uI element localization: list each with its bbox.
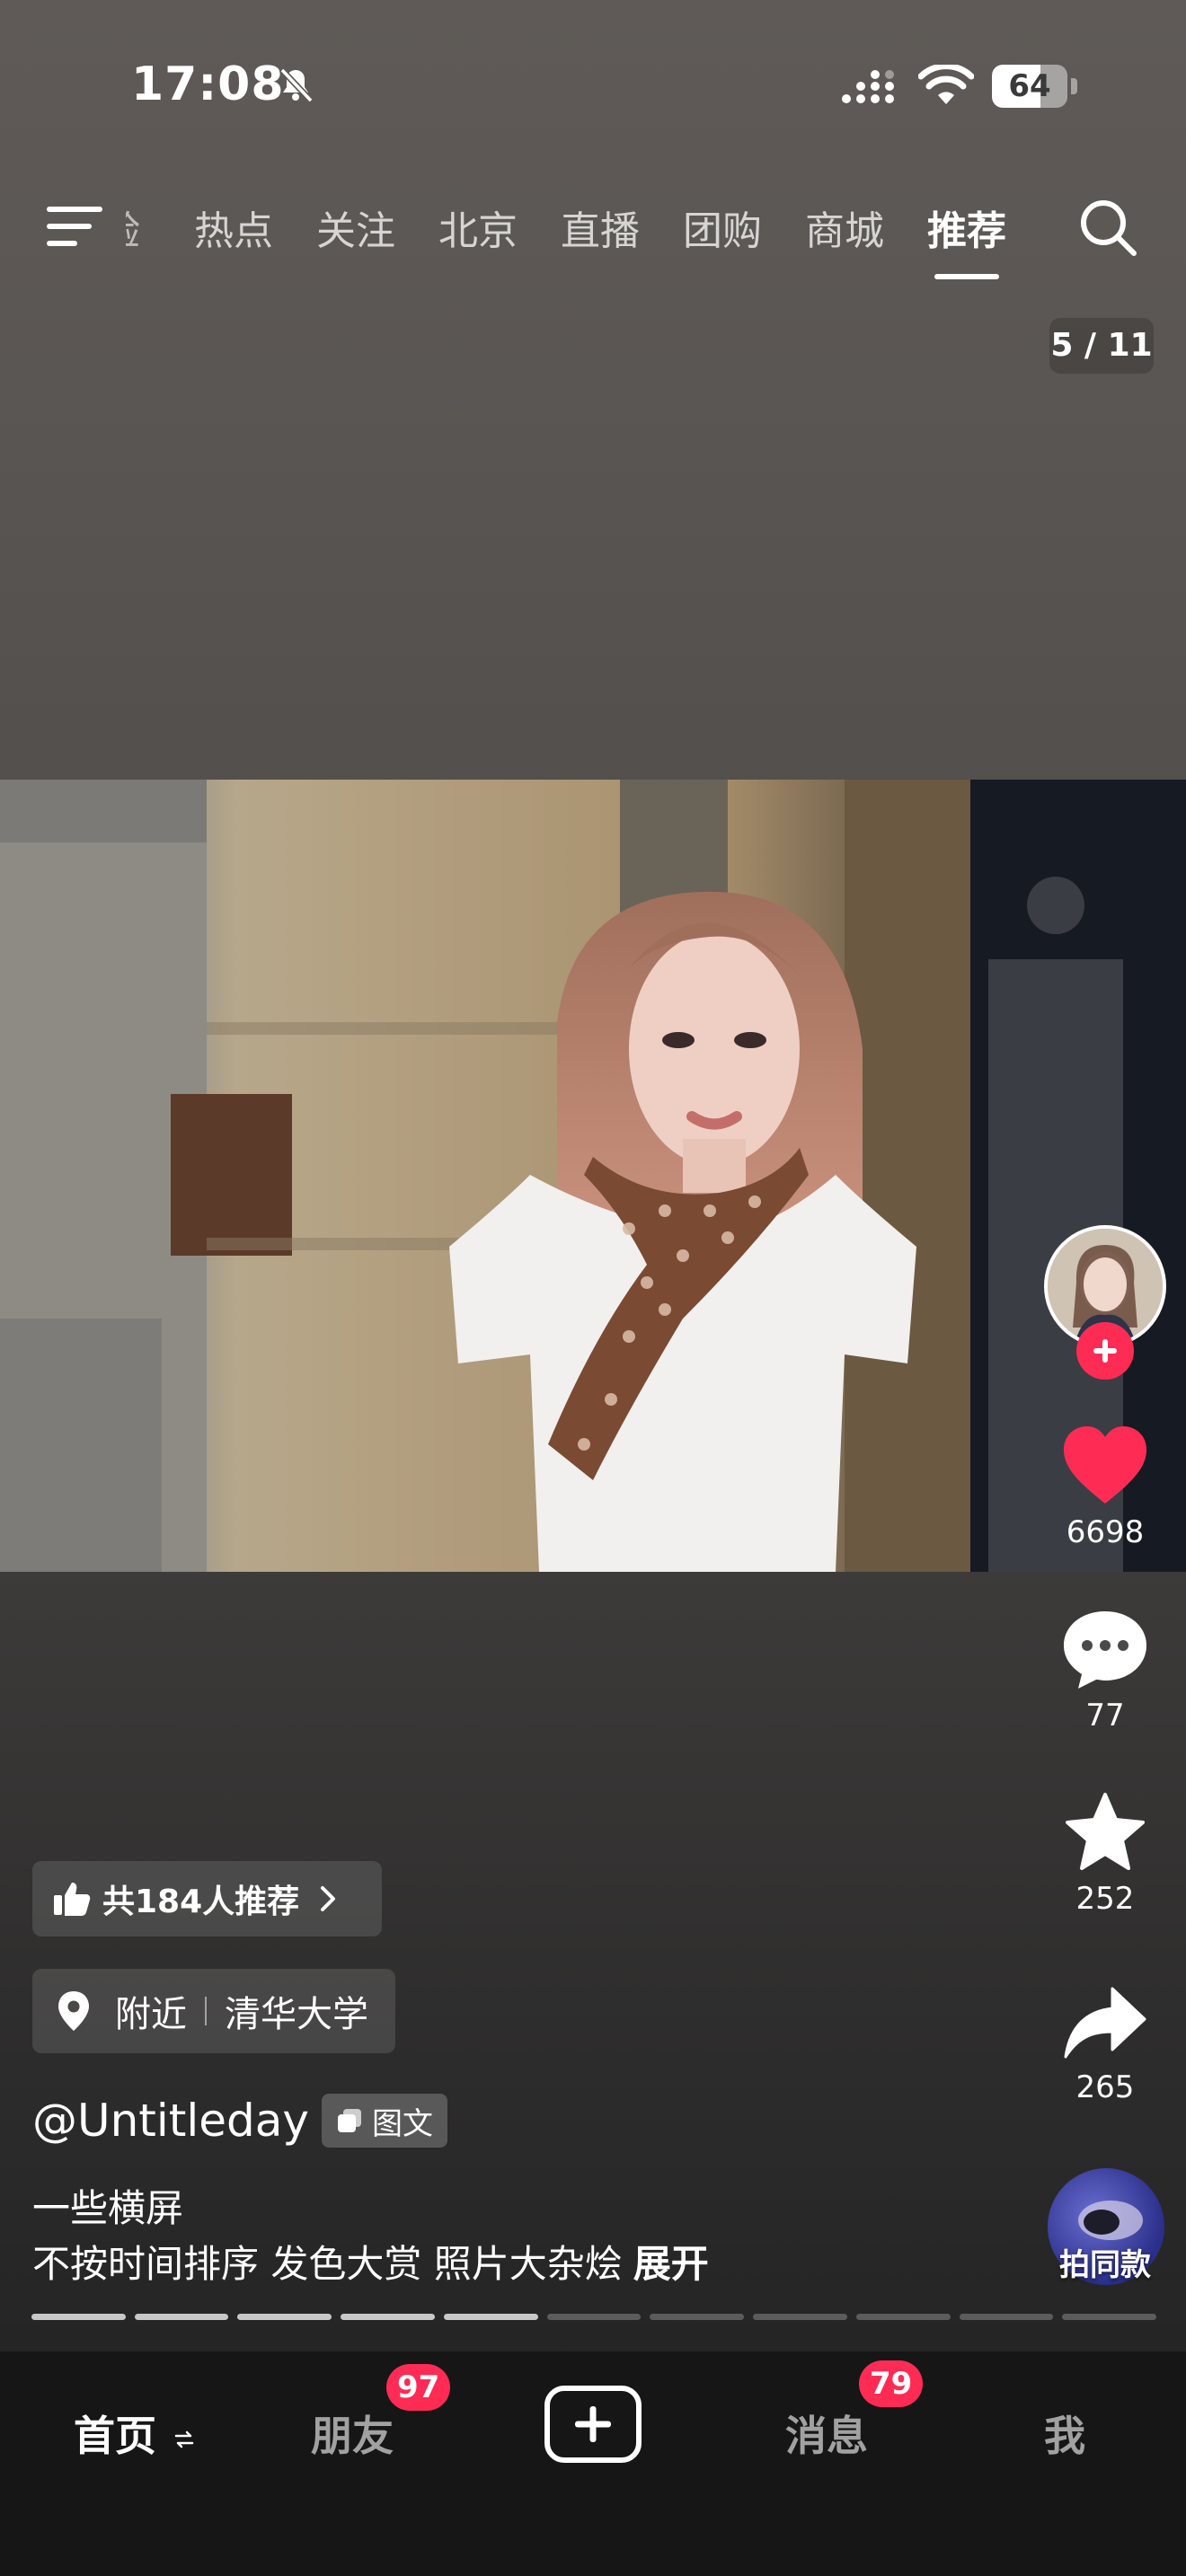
- comment-button[interactable]: 77: [1042, 1608, 1168, 1734]
- post-photo[interactable]: [0, 780, 1186, 1572]
- progress-segment: [134, 2314, 229, 2320]
- nav-messages[interactable]: 消息: [785, 2404, 868, 2463]
- location-prefix: 附近: [115, 1994, 187, 2035]
- comment-count: 77: [1085, 1698, 1125, 1734]
- author-row: @Untitleday 图文: [32, 2089, 448, 2152]
- top-nav: 验 热点 关注 北京 直播 团购 商城 推荐: [0, 180, 1186, 279]
- progress-segment: [546, 2314, 642, 2320]
- progress-segment: [959, 2314, 1054, 2320]
- nav-home[interactable]: 首页: [74, 2404, 194, 2463]
- recommend-count: 共184人推荐: [102, 1883, 300, 1920]
- progress-segment: [855, 2314, 951, 2320]
- post-caption: 一些横屏 不按时间排序 发色大赏 照片大杂烩 展开: [32, 2181, 709, 2292]
- status-time: 17:08: [131, 57, 285, 111]
- location-chip[interactable]: 附近 清华大学: [32, 1969, 395, 2053]
- nav-home-label: 首页: [74, 2412, 156, 2460]
- progress-segment: [753, 2314, 847, 2320]
- caption-line-2: 不按时间排序 发色大赏 照片大杂烩 展开: [32, 2236, 709, 2292]
- cellular-signal-icon: [842, 70, 894, 103]
- location-pin-icon: [58, 1991, 89, 2031]
- bell-muted-icon: [279, 67, 314, 103]
- progress-segment: [650, 2314, 745, 2320]
- image-progress-bar: [27, 2314, 1161, 2321]
- post-type-label: 图文: [372, 2105, 434, 2142]
- like-count: 6698: [1066, 1514, 1145, 1550]
- nav-friends[interactable]: 朋友: [311, 2404, 394, 2463]
- like-button[interactable]: 6698: [1042, 1425, 1168, 1550]
- favorite-button[interactable]: 252: [1042, 1791, 1168, 1917]
- author-name[interactable]: @Untitleday: [32, 2095, 309, 2147]
- messages-badge: 79: [859, 2360, 924, 2407]
- status-bar: 17:08 64: [0, 50, 1186, 122]
- plus-icon: [1093, 1339, 1117, 1363]
- plus-icon: [575, 2406, 611, 2442]
- recommend-count-chip[interactable]: 共184人推荐: [32, 1861, 383, 1936]
- caption-line-1: 一些横屏: [32, 2186, 184, 2230]
- follow-button[interactable]: [1076, 1322, 1134, 1380]
- tab-hot[interactable]: 热点: [194, 198, 273, 256]
- share-arrow-icon: [1064, 1987, 1146, 2059]
- location-divider: [205, 1997, 207, 2025]
- progress-segment: [341, 2314, 435, 2320]
- post-type-chip: 图文: [322, 2094, 448, 2148]
- share-button[interactable]: 265: [1042, 1985, 1168, 2105]
- heart-icon: [1064, 1426, 1146, 1504]
- friends-badge: 97: [386, 2364, 451, 2411]
- image-stack-icon: [338, 2109, 362, 2132]
- location-name: 清华大学: [225, 1994, 368, 2035]
- share-count: 265: [1075, 2069, 1135, 2105]
- comment-icon: [1064, 1611, 1146, 1689]
- refresh-arrows-icon: [174, 2430, 194, 2448]
- progress-segment: [31, 2314, 126, 2320]
- favorite-count: 252: [1075, 1881, 1135, 1917]
- progress-segment: [443, 2314, 538, 2320]
- tab-live[interactable]: 直播: [561, 198, 640, 256]
- thumbs-up-icon: [54, 1883, 91, 1916]
- same-style-label[interactable]: 拍同款: [1042, 2240, 1168, 2284]
- tab-beijing[interactable]: 北京: [438, 198, 518, 256]
- chevron-right-icon: [321, 1886, 336, 1911]
- tab-mall[interactable]: 商城: [805, 198, 884, 256]
- progress-segment: [1062, 2314, 1157, 2320]
- caption-tags: 不按时间排序 发色大赏 照片大杂烩: [32, 2242, 623, 2286]
- channel-tabs: 验 热点 关注 北京 直播 团购 商城 推荐: [126, 196, 1049, 279]
- bottom-nav: 首页 朋友 97 消息 79 我: [0, 2351, 1186, 2576]
- wifi-icon: [918, 65, 974, 104]
- action-rail: 6698 77 252 265 拍同款: [1042, 0, 1168, 2576]
- star-icon: [1066, 1793, 1145, 1870]
- tab-group-buy[interactable]: 团购: [683, 198, 762, 256]
- tab-clipped[interactable]: 验: [126, 198, 158, 256]
- progress-segment: [237, 2314, 332, 2320]
- create-post-button[interactable]: [544, 2386, 642, 2463]
- expand-button[interactable]: 展开: [633, 2242, 709, 2286]
- nav-me[interactable]: 我: [1044, 2404, 1085, 2463]
- tab-following[interactable]: 关注: [316, 198, 395, 256]
- tab-recommend[interactable]: 推荐: [927, 198, 1006, 279]
- menu-icon[interactable]: [47, 203, 102, 250]
